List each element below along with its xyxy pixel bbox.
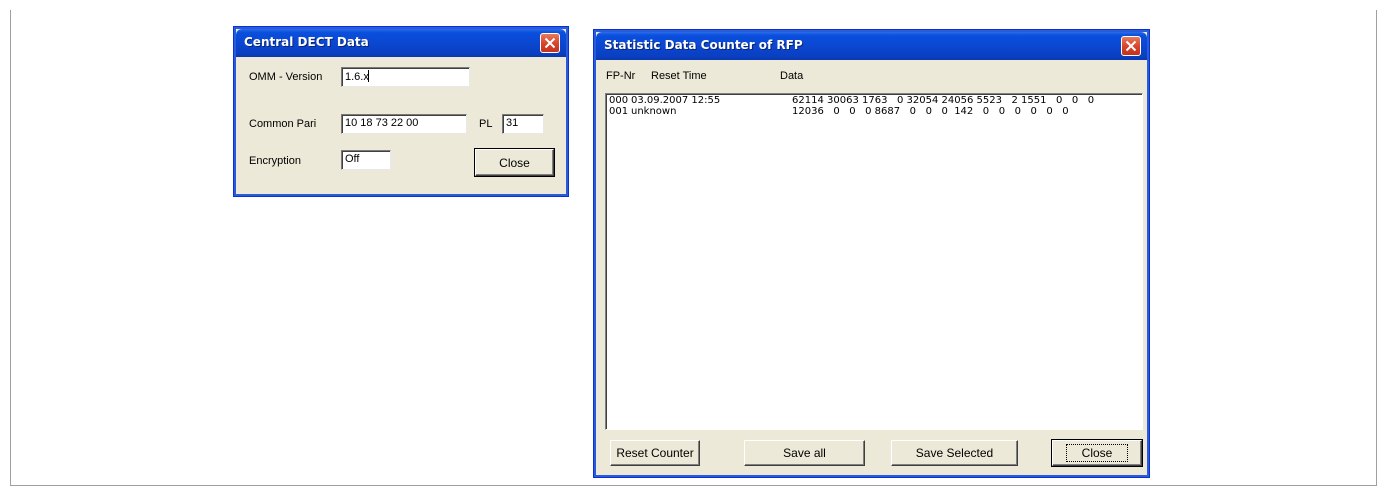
- window-title: Central DECT Data: [244, 35, 369, 49]
- header-reset-time: Reset Time: [651, 70, 707, 82]
- window-title: Statistic Data Counter of RFP: [604, 38, 803, 52]
- omm-version-label: OMM - Version: [249, 71, 323, 83]
- dialog-body: FP-Nr Reset Time Data 000 03.09.2007 12:…: [598, 60, 1145, 473]
- title-bar[interactable]: Statistic Data Counter of RFP: [596, 32, 1147, 60]
- rfp-data-list[interactable]: 000 03.09.2007 12:55 62114 30063 1763 0 …: [605, 93, 1143, 430]
- header-data: Data: [780, 70, 804, 82]
- encryption-field[interactable]: Off: [341, 150, 391, 170]
- close-icon[interactable]: [540, 33, 560, 53]
- omm-version-field[interactable]: 1.6.x: [341, 67, 470, 87]
- dialog-body: OMM - Version 1.6.x Common Pari 10 18 73…: [238, 57, 564, 192]
- title-bar[interactable]: Central DECT Data: [236, 29, 566, 57]
- pl-label: PL: [479, 118, 493, 130]
- encryption-label: Encryption: [249, 155, 301, 167]
- save-all-button[interactable]: Save all: [744, 440, 865, 466]
- close-icon[interactable]: [1121, 36, 1141, 56]
- common-pari-label: Common Pari: [249, 118, 317, 130]
- header-fp-nr: FP-Nr: [606, 70, 636, 82]
- pl-field[interactable]: 31: [502, 114, 544, 134]
- save-selected-button[interactable]: Save Selected: [891, 440, 1018, 466]
- common-pari-field[interactable]: 10 18 73 22 00: [341, 114, 467, 134]
- reset-counter-button[interactable]: Reset Counter: [610, 440, 700, 466]
- statistic-data-counter-window: Statistic Data Counter of RFP FP-Nr Rese…: [593, 29, 1150, 478]
- close-button[interactable]: Close: [474, 148, 555, 177]
- close-button[interactable]: Close: [1051, 439, 1143, 467]
- central-dect-data-window: Central DECT Data OMM - Version 1.6.x Co…: [233, 26, 569, 197]
